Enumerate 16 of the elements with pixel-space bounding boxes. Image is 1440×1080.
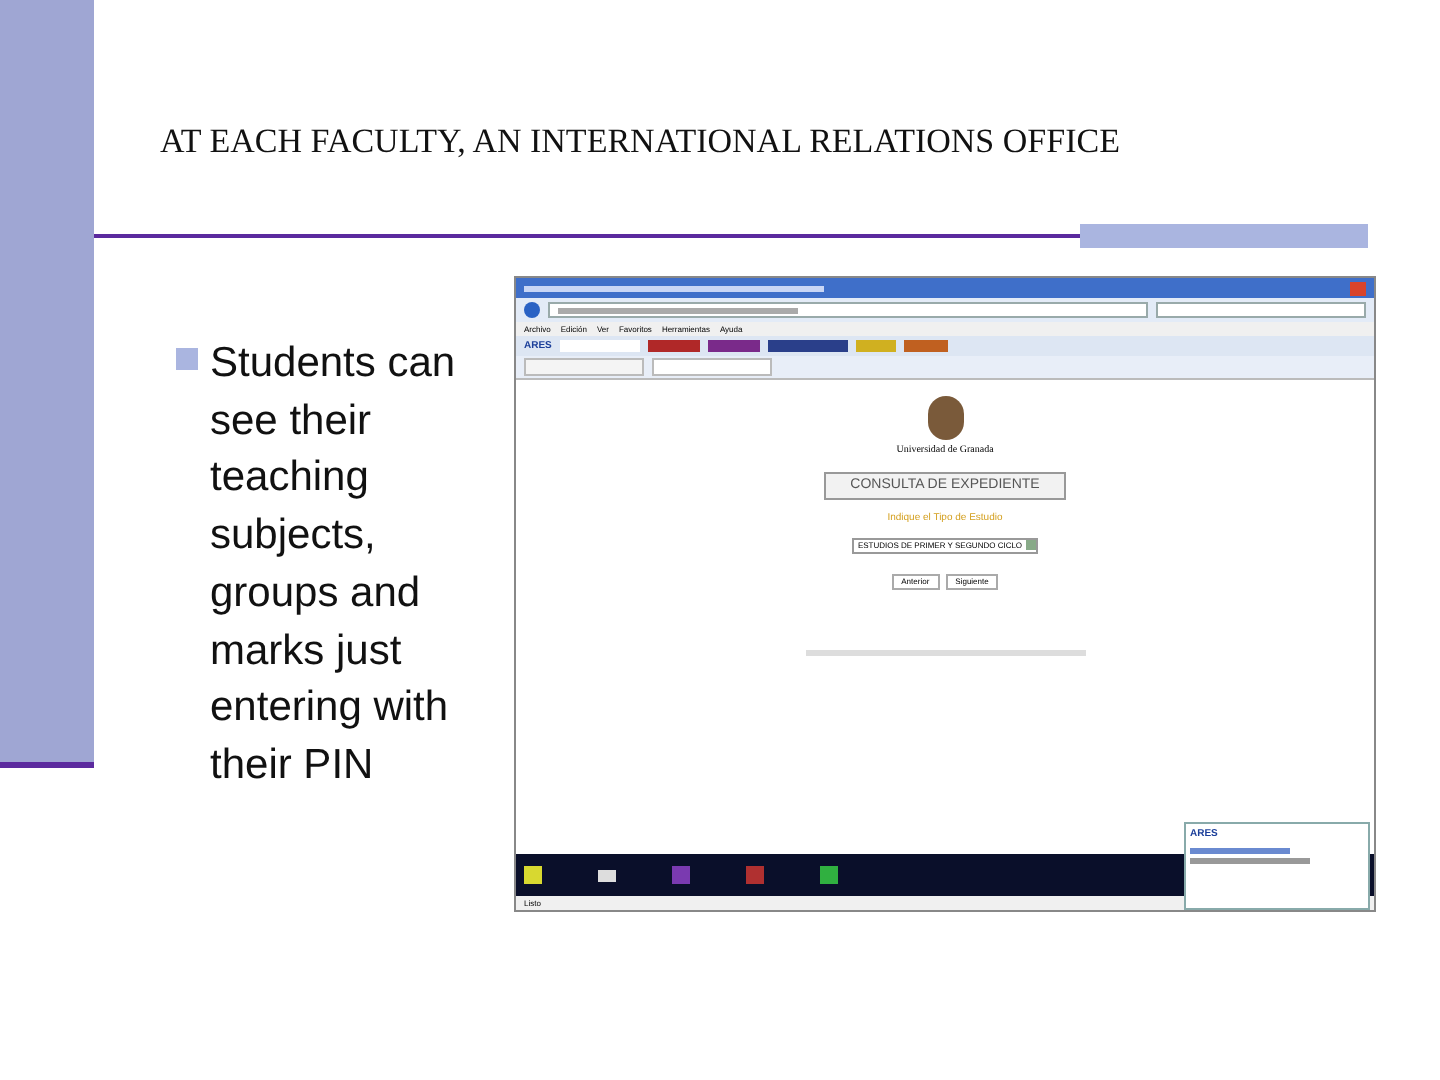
blurred-text xyxy=(1190,847,1290,853)
bullet-square-icon xyxy=(176,348,198,370)
browser-tab[interactable] xyxy=(652,358,772,376)
dropdown-icon xyxy=(1026,540,1037,550)
toolbar-icon[interactable] xyxy=(903,340,948,352)
toolbar-icon[interactable] xyxy=(855,340,896,352)
url-field[interactable] xyxy=(548,302,1148,318)
search-field[interactable] xyxy=(1156,302,1366,318)
toolbar-field[interactable] xyxy=(559,340,640,352)
app-icon[interactable] xyxy=(598,869,616,881)
slide-title: AT EACH FACULTY, AN INTERNATIONAL RELATIONS OFFICE xyxy=(160,120,1122,164)
blurred-text xyxy=(1190,857,1310,863)
back-icon xyxy=(524,302,540,318)
side-bar-underline xyxy=(0,762,94,768)
bullet-text: Students can see their teaching subjects, groups and marks just entering with their PIN xyxy=(210,338,458,792)
browser-tab[interactable] xyxy=(524,358,644,376)
